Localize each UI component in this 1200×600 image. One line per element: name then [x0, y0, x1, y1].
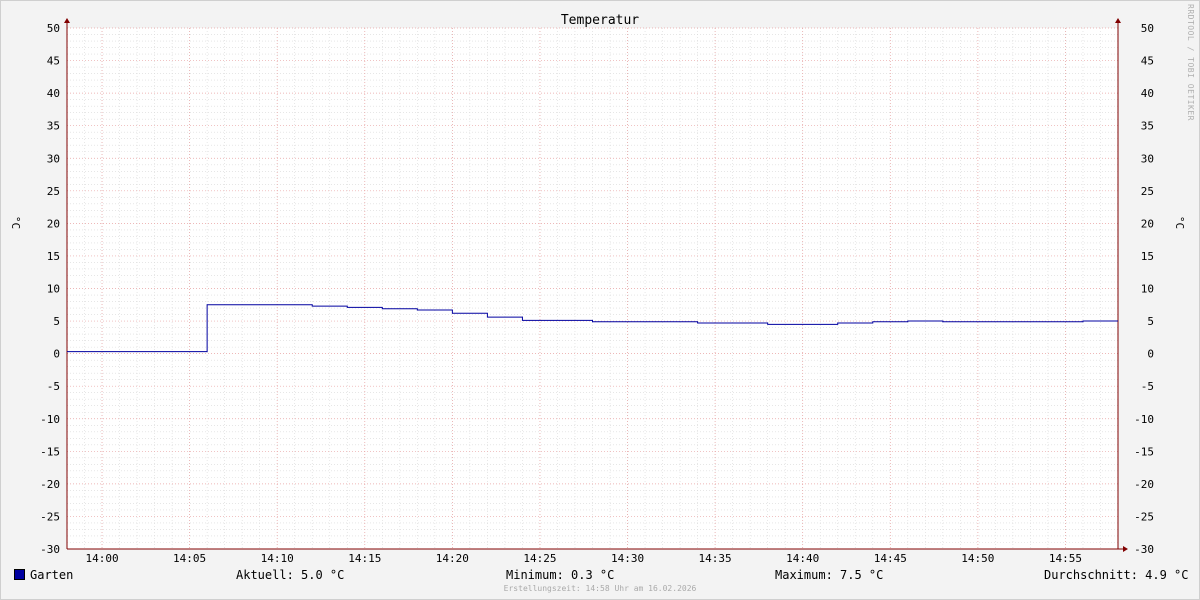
y-axis-label-left: °C	[9, 216, 22, 229]
y-tick-label-right: 5	[1147, 315, 1154, 328]
creation-time: Erstellungszeit: 14:58 Uhr am 16.02.2026	[503, 584, 697, 593]
x-tick-label: 14:40	[786, 552, 819, 565]
legend: Garten Aktuell: 5.0 °C Minimum: 0.3 °C M…	[0, 568, 1200, 584]
y-tick-label-right: 40	[1141, 87, 1154, 100]
y-tick-label-right: 35	[1141, 120, 1154, 133]
y-tick-label-left: -25	[40, 510, 60, 523]
y-tick-label-right: 20	[1141, 217, 1154, 230]
y-tick-label-right: 25	[1141, 185, 1154, 198]
y-tick-label-left: -10	[40, 413, 60, 426]
y-tick-labels-left: 50454035302520151050-5-10-15-20-25-30	[40, 22, 60, 556]
x-tick-label: 14:15	[348, 552, 381, 565]
y-tick-label-right: -5	[1141, 380, 1154, 393]
x-tick-label: 14:45	[874, 552, 907, 565]
y-tick-label-left: 10	[47, 283, 60, 296]
y-tick-labels-right: 50454035302520151050-5-10-15-20-25-30	[1134, 22, 1154, 556]
y-tick-label-left: 15	[47, 250, 60, 263]
legend-swatch-garten	[14, 569, 25, 580]
x-tick-label: 14:25	[523, 552, 556, 565]
y-tick-label-left: 20	[47, 217, 60, 230]
stat-current: Aktuell: 5.0 °C	[236, 568, 345, 582]
y-tick-label-left: 35	[47, 120, 60, 133]
x-tick-labels: 14:00 14:05 14:10 14:15 14:20 14:25 14:30 14:35…	[85, 552, 1082, 565]
y-tick-label-left: -15	[40, 445, 60, 458]
y-tick-label-left: 5	[53, 315, 60, 328]
x-tick-label: 14:35	[699, 552, 732, 565]
y-tick-label-left: 25	[47, 185, 60, 198]
y-tick-label-left: -5	[47, 380, 60, 393]
y-tick-label-right: -25	[1134, 510, 1154, 523]
y-tick-label-right: -20	[1134, 478, 1154, 491]
y-tick-label-left: -30	[40, 543, 60, 556]
x-axis-arrow	[1123, 546, 1128, 552]
y-tick-label-right: 50	[1141, 22, 1154, 35]
y-tick-label-right: 10	[1141, 283, 1154, 296]
y-tick-label-left: -20	[40, 478, 60, 491]
stat-minimum: Minimum: 0.3 °C	[506, 568, 615, 582]
y-axis-label-right: °C	[1173, 216, 1186, 229]
y-axis-right-arrow	[1115, 18, 1121, 23]
y-tick-label-right: 30	[1141, 152, 1154, 165]
x-tick-label: 14:05	[173, 552, 206, 565]
y-tick-label-left: 30	[47, 152, 60, 165]
y-tick-label-right: 45	[1141, 55, 1154, 68]
y-tick-label-right: -10	[1134, 413, 1154, 426]
watermark: RRDTOOL / TOBI OETIKER	[1186, 4, 1195, 121]
x-tick-label: 14:30	[611, 552, 644, 565]
x-tick-label: 14:20	[436, 552, 469, 565]
y-tick-label-left: 40	[47, 87, 60, 100]
x-tick-label: 14:00	[85, 552, 118, 565]
y-tick-label-right: -15	[1134, 445, 1154, 458]
y-tick-label-left: 45	[47, 55, 60, 68]
x-tick-label: 14:50	[961, 552, 994, 565]
y-tick-label-left: 50	[47, 22, 60, 35]
y-axis-left-arrow	[64, 18, 70, 23]
y-tick-label-right: 0	[1147, 348, 1154, 361]
stat-maximum: Maximum: 7.5 °C	[775, 568, 884, 582]
x-tick-label: 14:10	[261, 552, 294, 565]
legend-label-garten: Garten	[30, 568, 74, 582]
y-tick-label-right: 15	[1141, 250, 1154, 263]
stat-average: Durchschnitt: 4.9 °C	[1044, 568, 1189, 582]
y-tick-label-left: 0	[53, 348, 60, 361]
y-tick-label-right: -30	[1134, 543, 1154, 556]
x-tick-label: 14:55	[1049, 552, 1082, 565]
chart-title: Temperatur	[561, 13, 639, 28]
temperature-chart: 50454035302520151050-5-10-15-20-25-30 50…	[9, 13, 1186, 565]
